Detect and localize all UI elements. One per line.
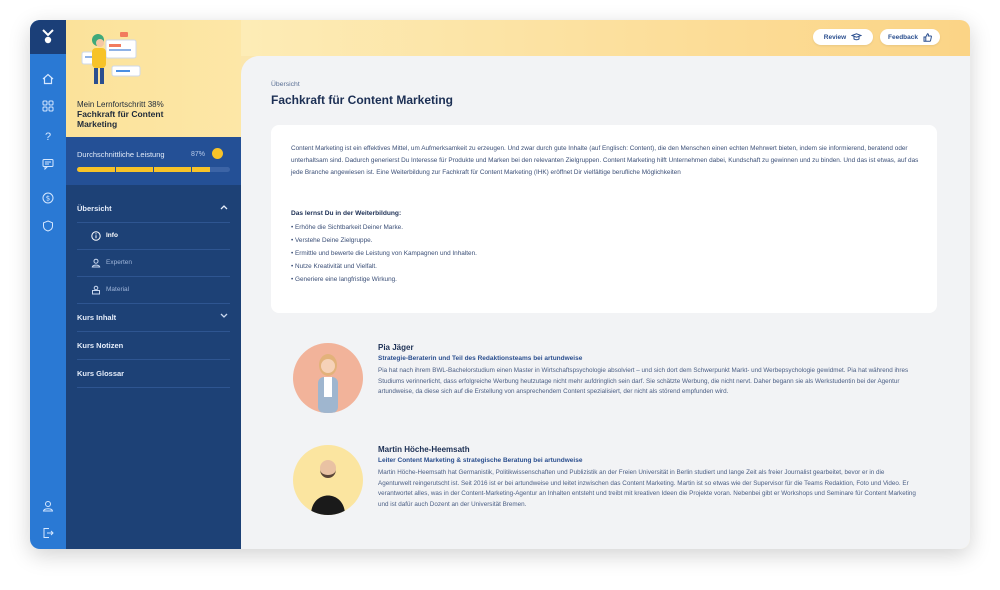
material-icon	[90, 284, 102, 296]
performance-panel: Durchschnittliche Leistung 87%	[66, 137, 241, 185]
course-title: Fachkraft für Content Marketing	[77, 109, 164, 129]
learn-list: Erhöhe die Sichtbarkeit Deiner Marke. Ve…	[291, 221, 477, 286]
list-item: Ermittle und bewerte die Leistung von Ka…	[291, 247, 477, 260]
performance-label: Durchschnittliche Leistung	[77, 150, 165, 159]
chat-icon[interactable]	[38, 154, 58, 174]
nav-section-uebersicht[interactable]: Übersicht	[77, 195, 230, 223]
profile-icon[interactable]	[38, 496, 58, 516]
avatar	[293, 445, 363, 515]
bar-divider	[191, 167, 192, 172]
performance-percent: 87%	[191, 151, 206, 158]
main-content: Übersicht Fachkraft für Content Marketin…	[241, 56, 970, 549]
shield-icon[interactable]	[38, 216, 58, 236]
nav-section-kurs-inhalt[interactable]: Kurs Inhalt	[77, 304, 230, 332]
bar-divider	[115, 167, 116, 172]
avatar	[293, 343, 363, 413]
course-hero: Mein Lernfortschritt 38% Fachkraft für C…	[66, 20, 241, 137]
list-item: Erhöhe die Sichtbarkeit Deiner Marke.	[291, 221, 477, 234]
learn-title: Das lernst Du in der Weiterbildung:	[291, 210, 402, 217]
help-icon[interactable]: ?	[38, 127, 58, 147]
feedback-button-label: Feedback	[888, 33, 918, 41]
list-item: Nutze Kreativität und Vielfalt.	[291, 260, 477, 273]
nav-section-label: Kurs Glossar	[77, 369, 125, 378]
nav-section-label: Kurs Notizen	[77, 341, 124, 350]
logout-icon[interactable]	[38, 523, 58, 543]
list-item: Generiere eine langfristige Wirkung.	[291, 273, 477, 286]
thumbs-up-icon	[923, 32, 932, 42]
performance-bar	[77, 167, 230, 172]
bar-divider	[153, 167, 154, 172]
info-icon	[90, 230, 102, 242]
nav-item-label: Info	[106, 232, 118, 239]
nav-section-label: Kurs Inhalt	[77, 313, 117, 322]
expert-bio: Martin Höche-Heemsath hat Germanistik, P…	[378, 469, 916, 508]
hero-illustration	[81, 32, 141, 84]
intro-card: Content Marketing ist ein effektives Mit…	[271, 125, 937, 313]
expert-name: Martin Höche-Heemsath	[378, 445, 470, 454]
experts-icon	[90, 257, 102, 269]
expert-card: Pia Jäger Strategie-Beraterin und Teil d…	[293, 343, 933, 435]
list-item: Verstehe Deine Zielgruppe.	[291, 234, 477, 247]
nav-item-label: Material	[106, 286, 130, 293]
expert-role: Leiter Content Marketing & strategische …	[378, 457, 583, 464]
graduation-cap-icon	[851, 33, 863, 41]
expert-card: Martin Höche-Heemsath Leiter Content Mar…	[293, 445, 933, 549]
expert-role: Strategie-Beraterin und Teil des Redakti…	[378, 355, 583, 362]
nav-item-material[interactable]: Material	[77, 276, 230, 304]
content-panel: Übersicht Fachkraft für Content Marketin…	[241, 56, 970, 549]
nav-section-label: Übersicht	[77, 204, 112, 213]
app-logo[interactable]	[30, 20, 66, 54]
review-button[interactable]: Review	[813, 29, 873, 45]
nav-section-kurs-glossar[interactable]: Kurs Glossar	[77, 360, 230, 388]
chevron-down-icon	[220, 312, 228, 321]
nav-item-experten[interactable]: Experten	[77, 249, 230, 277]
app-window: ? $ Mein Lernfortschritt 38% Fachkraft f…	[30, 20, 970, 549]
chevron-up-icon	[220, 203, 228, 212]
nav-section-kurs-notizen[interactable]: Kurs Notizen	[77, 332, 230, 360]
breadcrumb: Übersicht	[271, 81, 300, 88]
intro-text: Content Marketing ist ein effektives Mit…	[291, 145, 919, 176]
home-icon[interactable]	[38, 69, 58, 89]
course-sidebar: Mein Lernfortschritt 38% Fachkraft für C…	[66, 20, 241, 549]
dollar-icon[interactable]: $	[38, 188, 58, 208]
icon-rail: ? $	[30, 20, 66, 549]
progress-label: Mein Lernfortschritt 38%	[77, 100, 164, 109]
page-title: Fachkraft für Content Marketing	[271, 93, 454, 107]
feedback-button[interactable]: Feedback	[880, 29, 940, 45]
top-bar: Review Feedback	[241, 20, 970, 56]
nav-item-label: Experten	[106, 259, 133, 266]
nav-item-info[interactable]: Info	[77, 222, 230, 250]
svg-text:$: $	[46, 195, 50, 203]
expert-bio: Pia hat nach ihrem BWL-Bachelorstudium e…	[378, 367, 909, 395]
performance-indicator-icon	[212, 148, 223, 159]
review-button-label: Review	[823, 33, 847, 41]
grid-icon[interactable]	[38, 96, 58, 116]
expert-name: Pia Jäger	[378, 343, 414, 352]
